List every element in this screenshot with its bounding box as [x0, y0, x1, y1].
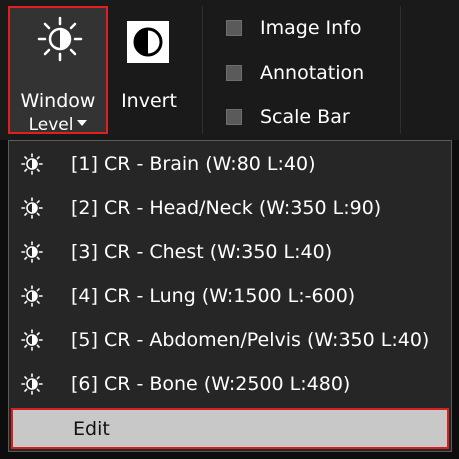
window-level-button[interactable]: Window Level [8, 6, 108, 136]
window-level-icon [21, 197, 43, 219]
window-level-menu: [1] CR - Brain (W:80 L:40) [2] CR - Head… [8, 140, 452, 452]
menu-item-preset[interactable]: [5] CR - Abdomen/Pelvis (W:350 L:40) [9, 320, 451, 360]
invert-icon [127, 21, 169, 63]
invert-button[interactable]: Invert [114, 6, 190, 134]
ribbon-divider [400, 6, 401, 134]
invert-label: Invert [121, 90, 177, 112]
menu-item-label: [5] CR - Abdomen/Pelvis (W:350 L:40) [71, 329, 430, 351]
scale-bar-checkbox[interactable] [226, 109, 242, 125]
window-level-icon [21, 241, 43, 263]
annotation-toggle[interactable]: Annotation [218, 58, 448, 88]
menu-item-label: [3] CR - Chest (W:350 L:40) [71, 241, 333, 263]
annotation-checkbox[interactable] [226, 65, 242, 81]
menu-item-label: [4] CR - Lung (W:1500 L:-600) [71, 285, 356, 307]
scale-bar-label: Scale Bar [260, 106, 350, 128]
window-level-icon [21, 153, 43, 175]
image-info-label: Image Info [260, 17, 362, 39]
menu-item-preset[interactable]: [1] CR - Brain (W:80 L:40) [9, 144, 451, 184]
image-info-toggle[interactable]: Image Info [218, 13, 448, 43]
scale-bar-toggle[interactable]: Scale Bar [218, 102, 448, 132]
window-level-icon [21, 329, 43, 351]
menu-item-edit[interactable]: Edit [11, 408, 449, 449]
window-level-icon [21, 285, 43, 307]
menu-item-preset[interactable]: [3] CR - Chest (W:350 L:40) [9, 232, 451, 272]
menu-item-label: [1] CR - Brain (W:80 L:40) [71, 153, 316, 175]
annotation-label: Annotation [260, 62, 365, 84]
toolbar-ribbon: Window Level Invert Image Info Annotatio… [0, 0, 459, 140]
image-info-checkbox[interactable] [226, 20, 242, 36]
window-level-sublabel: Level [10, 114, 106, 136]
menu-item-edit-label: Edit [73, 418, 110, 440]
menu-item-preset[interactable]: [4] CR - Lung (W:1500 L:-600) [9, 276, 451, 316]
ribbon-divider [202, 6, 203, 134]
chevron-down-icon [77, 120, 88, 126]
window-level-icon [37, 16, 83, 62]
window-level-icon [21, 373, 43, 395]
menu-item-label: [6] CR - Bone (W:2500 L:480) [71, 373, 351, 395]
window-level-label: Window [20, 90, 96, 112]
menu-item-preset[interactable]: [2] CR - Head/Neck (W:350 L:90) [9, 188, 451, 228]
menu-item-label: [2] CR - Head/Neck (W:350 L:90) [71, 197, 382, 219]
menu-item-preset[interactable]: [6] CR - Bone (W:2500 L:480) [9, 364, 451, 404]
